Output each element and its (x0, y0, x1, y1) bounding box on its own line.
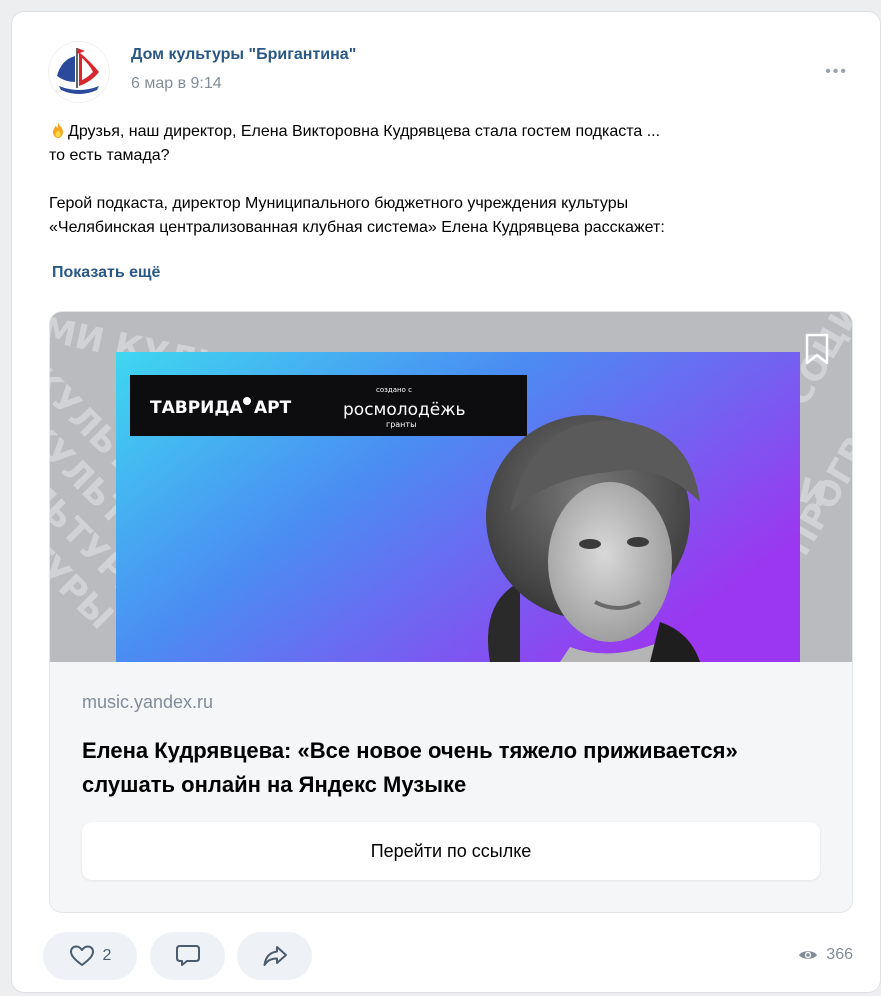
post-date[interactable]: 6 мар в 9:14 (131, 75, 222, 93)
podcast-banner: МИ КУЛЬТУРЫ ЦИКЛ ПОДКАСТОВ СОЦИ КУЛЬТУРЫ… (50, 312, 852, 662)
eye-icon (799, 951, 818, 959)
banner-brand-suffix: АРТ (254, 398, 292, 418)
comment-button[interactable] (150, 932, 225, 980)
link-domain: music.yandex.ru (82, 692, 214, 712)
community-name[interactable]: Дом культуры "Бригантина" (131, 46, 356, 64)
heart-icon (69, 945, 94, 966)
more-dots-icon[interactable]: ••• (825, 63, 848, 81)
post-card: Дом культуры "Бригантина" 6 мар в 9:14 •… (12, 12, 880, 992)
post-text-line: Друзья, наш директор, Елена Викторовна К… (68, 123, 661, 140)
brigantina-logo-icon (49, 42, 109, 102)
post-header: Дом культуры "Бригантина" 6 мар в 9:14 •… (49, 42, 860, 102)
banner-brand: ТАВРИДА (150, 398, 244, 418)
post-actions: 2 366 (43, 932, 853, 980)
fire-icon (53, 122, 63, 138)
community-avatar[interactable] (49, 42, 109, 102)
like-count: 2 (102, 947, 112, 964)
banner-partner-sub: гранты (386, 420, 416, 429)
link-card[interactable]: МИ КУЛЬТУРЫ ЦИКЛ ПОДКАСТОВ СОЦИ КУЛЬТУРЫ… (50, 312, 852, 912)
views-count: 366 (826, 946, 853, 963)
post-text-line: Герой подкаста, директор Муниципального … (49, 195, 629, 212)
post-text-line: то есть тамада? (49, 147, 170, 164)
post-text: Друзья, наш директор, Елена Викторовна К… (49, 120, 859, 240)
comment-icon (175, 945, 200, 966)
banner-partner: росмолодёжь (343, 400, 466, 420)
brand-dot-icon (243, 397, 251, 405)
open-link-button[interactable]: Перейти по ссылке (82, 822, 820, 880)
views-counter: 366 (798, 946, 853, 964)
bookmark-icon[interactable] (802, 332, 832, 366)
banner-created-with: создано с (376, 386, 412, 394)
link-title[interactable]: Елена Кудрявцева: «Все новое очень тяжел… (82, 734, 802, 802)
link-card-image[interactable]: МИ КУЛЬТУРЫ ЦИКЛ ПОДКАСТОВ СОЦИ КУЛЬТУРЫ… (50, 312, 852, 662)
like-button[interactable]: 2 (43, 932, 137, 980)
share-button[interactable] (237, 932, 312, 980)
show-more-link[interactable]: Показать ещё (52, 264, 160, 282)
share-icon (263, 946, 287, 966)
post-text-line: «Челябинская централизованная клубная си… (49, 219, 665, 236)
